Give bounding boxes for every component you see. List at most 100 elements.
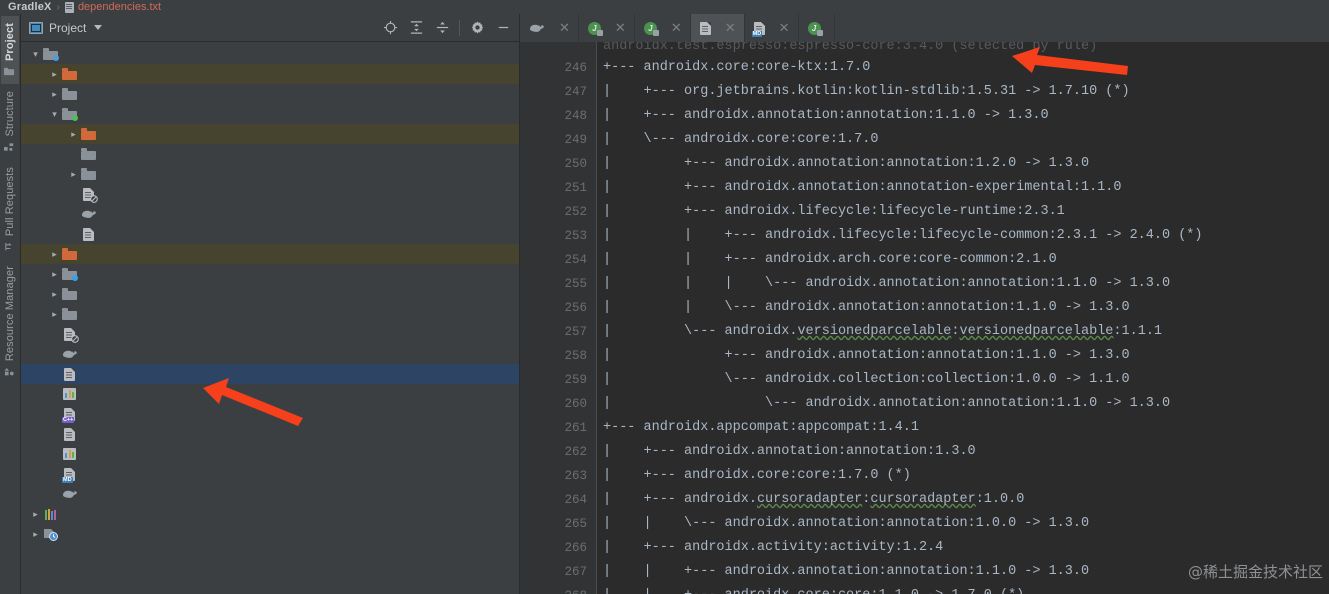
editor-tab-bar[interactable]: ✕ J ✕ J ✕ ✕ MD ✕ J — [520, 14, 1329, 42]
tree-row-libs[interactable] — [21, 144, 519, 164]
editor-tab-project-class[interactable]: J ✕ — [579, 14, 635, 42]
line-number: 263 — [564, 469, 587, 483]
tree-row-gradlew[interactable]: C++ — [21, 404, 519, 424]
tree-row--idea[interactable]: ▸ — [21, 84, 519, 104]
tree-row-gradlex[interactable]: ▾ — [21, 44, 519, 64]
collapse-arrow-icon[interactable]: ▸ — [29, 509, 42, 520]
code-content[interactable]: androidx.test.espresso:espresso-core:3.4… — [597, 42, 1329, 594]
expand-arrow-icon[interactable]: ▾ — [29, 49, 42, 60]
code-line[interactable]: | | \--- androidx.annotation:annotation:… — [603, 512, 1329, 536]
breadcrumb-project[interactable]: GradleX — [8, 1, 52, 13]
expand-all-icon[interactable] — [404, 17, 428, 39]
close-icon[interactable]: ✕ — [559, 20, 570, 36]
module-folder-icon — [43, 48, 59, 61]
markdown-file-icon: MD — [751, 21, 765, 37]
code-line[interactable]: | +--- androidx.annotation:annotation:1.… — [603, 344, 1329, 368]
tree-row-app[interactable]: ▾ — [21, 104, 519, 124]
line-number: 247 — [564, 85, 587, 99]
code-line[interactable]: | \--- androidx.annotation:annotation:1.… — [603, 392, 1329, 416]
tree-row-external-libraries[interactable]: ▸ — [21, 504, 519, 524]
breadcrumb-separator: › — [56, 1, 60, 13]
code-line[interactable]: | +--- org.jetbrains.kotlin:kotlin-stdli… — [603, 80, 1329, 104]
tree-row-build[interactable]: ▸ — [21, 124, 519, 144]
editor-tab-build-gradle-app-[interactable]: ✕ — [520, 14, 579, 42]
code-line[interactable]: | +--- androidx.activity:activity:1.2.4 — [603, 536, 1329, 560]
tree-row-gradlew-bat[interactable] — [21, 424, 519, 444]
editor-tab-dependencies-txt[interactable]: ✕ — [690, 14, 745, 42]
tree-row-buildsrc[interactable]: ▸ — [21, 264, 519, 284]
line-number: 256 — [564, 301, 587, 315]
collapse-arrow-icon[interactable]: ▸ — [48, 69, 61, 80]
structure-icon — [4, 143, 14, 151]
code-line[interactable]: | +--- androidx.annotation:annotation-ex… — [603, 176, 1329, 200]
hide-panel-icon[interactable] — [491, 17, 515, 39]
sidebar-item-pull-requests[interactable]: Pull Requests — [1, 160, 19, 259]
tree-row-build[interactable]: ▸ — [21, 244, 519, 264]
collapse-arrow-icon[interactable]: ▸ — [29, 529, 42, 540]
code-line[interactable]: | \--- androidx.core:core:1.7.0 — [603, 128, 1329, 152]
close-icon[interactable]: ✕ — [671, 20, 682, 36]
tree-row--gitignore[interactable] — [21, 324, 519, 344]
collapse-arrow-icon[interactable]: ▸ — [67, 169, 80, 180]
close-icon[interactable]: ✕ — [725, 20, 736, 36]
collapse-arrow-icon[interactable]: ▸ — [48, 309, 61, 320]
code-line[interactable]: | | | \--- androidx.annotation:annotatio… — [603, 272, 1329, 296]
code-line[interactable]: | | +--- androidx.lifecycle:lifecycle-co… — [603, 224, 1329, 248]
locate-icon[interactable] — [378, 17, 402, 39]
code-line[interactable]: +--- androidx.core:core-ktx:1.7.0 — [603, 56, 1329, 80]
tree-row-proguard-rules-pro[interactable] — [21, 224, 519, 244]
tree-row-build-gradle[interactable] — [21, 204, 519, 224]
code-line[interactable]: | +--- androidx.core:core:1.7.0 (*) — [603, 464, 1329, 488]
tree-row-src[interactable]: ▸ — [21, 164, 519, 184]
collapse-arrow-icon[interactable]: ▸ — [48, 249, 61, 260]
sidebar-item-structure[interactable]: Structure — [1, 84, 19, 160]
editor-tab-project-java[interactable]: J ✕ — [635, 14, 691, 42]
tree-row-gradle[interactable]: ▸ — [21, 284, 519, 304]
project-icon — [4, 67, 15, 76]
breadcrumb-file[interactable]: dependencies.txt — [78, 1, 161, 13]
sidebar-item-project[interactable]: Project — [1, 16, 19, 84]
collapse-arrow-icon[interactable]: ▸ — [48, 269, 61, 280]
tree-row-build-gradle[interactable] — [21, 344, 519, 364]
tree-row-pic[interactable]: ▸ — [21, 304, 519, 324]
code-line[interactable]: | +--- androidx.annotation:annotation:1.… — [603, 152, 1329, 176]
close-icon[interactable]: ✕ — [779, 20, 790, 36]
collapse-all-icon[interactable] — [430, 17, 454, 39]
project-file-tree[interactable]: ▾ ▸ ▸ ▾ ▸ ▸ ▸ ▸ ▸ ▸ C++ MD ▸ ▸ — [21, 42, 519, 594]
tree-row-dependencies-txt[interactable] — [21, 364, 519, 384]
line-number: 268 — [520, 584, 587, 594]
tree-row-scratches-and-consoles[interactable]: ▸ — [21, 524, 519, 544]
code-line[interactable]: | | \--- androidx.annotation:annotation:… — [603, 296, 1329, 320]
project-panel-title: Project — [49, 20, 87, 35]
gradle-file-icon — [62, 350, 77, 358]
collapse-arrow-icon[interactable]: ▸ — [48, 289, 61, 300]
expand-arrow-icon[interactable]: ▾ — [48, 109, 61, 120]
close-icon[interactable]: ✕ — [615, 20, 626, 36]
code-line[interactable]: | +--- androidx.annotation:annotation:1.… — [603, 440, 1329, 464]
properties-file-icon — [63, 448, 76, 460]
module-folder-icon — [62, 268, 78, 281]
editor-tab-readme-md[interactable]: MD ✕ — [745, 14, 799, 42]
code-line[interactable]: | +--- androidx.lifecycle:lifecycle-runt… — [603, 200, 1329, 224]
code-line[interactable]: | | +--- androidx.arch.core:core-common:… — [603, 248, 1329, 272]
tree-row-settings-gradle[interactable] — [21, 484, 519, 504]
tree-row-readme-md[interactable]: MD — [21, 464, 519, 484]
tree-row--gitignore[interactable] — [21, 184, 519, 204]
code-line[interactable]: | +--- androidx.cursoradapter:cursoradap… — [603, 488, 1329, 512]
collapse-arrow-icon[interactable]: ▸ — [48, 89, 61, 100]
code-line[interactable]: | +--- androidx.annotation:annotation:1.… — [603, 104, 1329, 128]
sidebar-item-resource-manager[interactable]: Resource Manager — [1, 259, 19, 384]
tree-row-gradle-properties[interactable] — [21, 384, 519, 404]
line-number: 267 — [564, 565, 587, 579]
line-number: 251 — [564, 181, 587, 195]
code-line[interactable]: +--- androidx.appcompat:appcompat:1.4.1 — [603, 416, 1329, 440]
editor-tab-plugindependenciesspec-java[interactable]: J — [799, 14, 835, 42]
chevron-down-icon[interactable] — [94, 25, 103, 30]
collapse-arrow-icon[interactable]: ▸ — [67, 129, 80, 140]
code-line[interactable]: | \--- androidx.versionedparcelable:vers… — [603, 320, 1329, 344]
tree-row-local-properties[interactable] — [21, 444, 519, 464]
code-line[interactable]: | | +--- androidx.core:core:1.1.0 -> 1.7… — [603, 584, 1329, 594]
tree-row--gradle[interactable]: ▸ — [21, 64, 519, 84]
settings-gear-icon[interactable] — [465, 17, 489, 39]
code-line[interactable]: | \--- androidx.collection:collection:1.… — [603, 368, 1329, 392]
